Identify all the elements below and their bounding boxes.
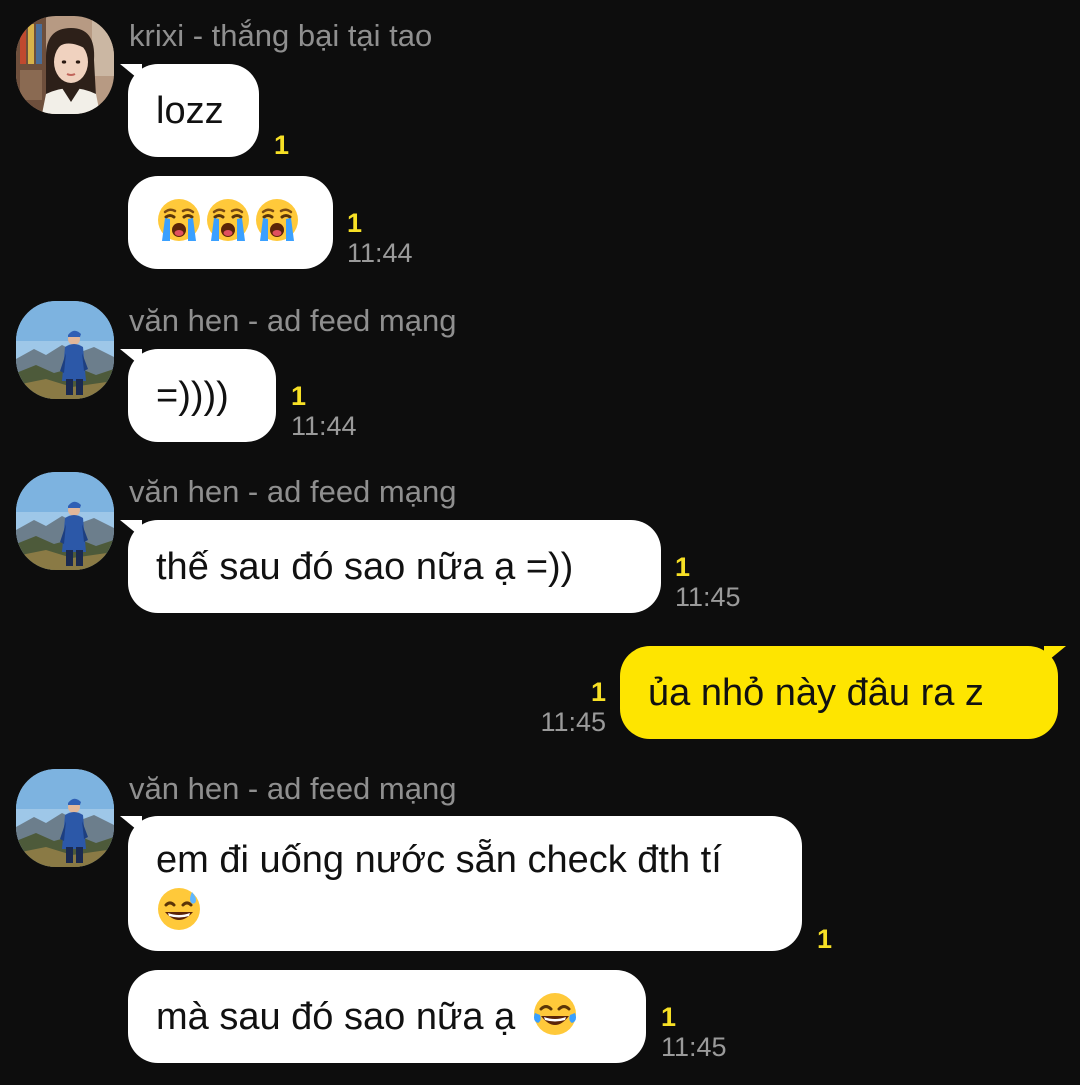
bubble-tail bbox=[1044, 646, 1066, 664]
avatar[interactable] bbox=[16, 16, 114, 114]
unread-count: 1 bbox=[675, 552, 691, 582]
outgoing-message-bubble[interactable]: ủa nhỏ này đâu ra z bbox=[620, 646, 1066, 739]
loudly-crying-emoji bbox=[254, 197, 300, 243]
sender-name[interactable]: văn hen - ad feed mạng bbox=[129, 771, 456, 807]
profile-photo bbox=[16, 301, 114, 399]
unread-count: 1 bbox=[590, 677, 606, 707]
sender-name[interactable]: krixi - thắng bại tại tao bbox=[129, 18, 432, 54]
sender-name[interactable]: văn hen - ad feed mạng bbox=[129, 303, 456, 339]
message-bubble[interactable]: =)))) bbox=[120, 349, 276, 442]
chat-view[interactable]: krixi - thắng bại tại tao lozz 1 1 11:44… bbox=[0, 0, 1080, 1085]
timestamp: 11:45 bbox=[540, 707, 606, 737]
message-text: lozz bbox=[156, 90, 224, 132]
message-meta: 1 11:44 bbox=[291, 381, 357, 441]
message-bubble[interactable] bbox=[128, 176, 333, 269]
bubble-tail bbox=[120, 64, 142, 82]
message-text: em đi uống nước sẵn check đth tí bbox=[156, 839, 722, 881]
timestamp: 11:44 bbox=[347, 238, 413, 268]
loudly-crying-emoji bbox=[156, 197, 202, 243]
message-meta: 1 11:45 bbox=[661, 1002, 727, 1062]
profile-photo bbox=[16, 16, 114, 114]
message-text: =)))) bbox=[156, 375, 229, 417]
unread-count: 1 bbox=[274, 130, 290, 160]
message-text: thế sau đó sao nữa ạ =)) bbox=[156, 546, 574, 588]
message-meta: 1 11:45 bbox=[530, 677, 606, 737]
bubble-tail bbox=[120, 816, 142, 834]
message-bubble[interactable]: mà sau đó sao nữa ạ bbox=[128, 970, 646, 1063]
joy-emoji bbox=[532, 991, 578, 1037]
unread-count: 1 bbox=[291, 381, 307, 411]
timestamp: 11:45 bbox=[661, 1032, 727, 1062]
bubble-tail bbox=[120, 349, 142, 367]
profile-photo bbox=[16, 769, 114, 867]
unread-count: 1 bbox=[817, 924, 833, 954]
message-bubble[interactable]: em đi uống nước sẵn check đth tí bbox=[120, 816, 802, 951]
message-meta: 1 11:45 bbox=[675, 552, 741, 612]
avatar[interactable] bbox=[16, 769, 114, 867]
timestamp: 11:44 bbox=[291, 411, 357, 441]
message-bubble[interactable]: lozz bbox=[120, 64, 259, 157]
message-text: mà sau đó sao nữa ạ bbox=[156, 996, 516, 1038]
message-meta: 1 bbox=[817, 924, 832, 954]
unread-count: 1 bbox=[347, 208, 363, 238]
message-meta: 1 bbox=[274, 130, 289, 160]
message-meta: 1 11:44 bbox=[347, 208, 413, 268]
profile-photo bbox=[16, 472, 114, 570]
loudly-crying-emoji bbox=[205, 197, 251, 243]
sweat-smile-emoji bbox=[156, 886, 202, 932]
avatar[interactable] bbox=[16, 472, 114, 570]
sender-name[interactable]: văn hen - ad feed mạng bbox=[129, 474, 456, 510]
timestamp: 11:45 bbox=[675, 582, 741, 612]
bubble-tail bbox=[120, 520, 142, 538]
message-bubble[interactable]: thế sau đó sao nữa ạ =)) bbox=[120, 520, 661, 613]
message-text bbox=[156, 197, 303, 244]
avatar[interactable] bbox=[16, 301, 114, 399]
unread-count: 1 bbox=[661, 1002, 677, 1032]
message-text: ủa nhỏ này đâu ra z bbox=[648, 672, 984, 714]
